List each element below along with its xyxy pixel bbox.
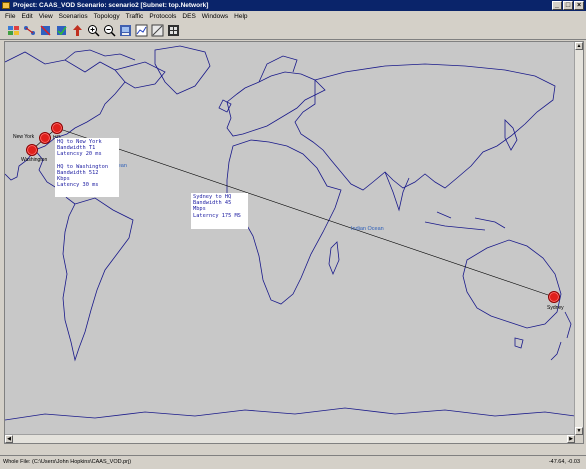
minimize-button[interactable]: _ bbox=[552, 1, 562, 10]
hide-graphs-icon[interactable] bbox=[151, 24, 164, 37]
sydney-link-annotation[interactable]: Sydney to HQ Bandwidth 45 Mbps Laterncy … bbox=[191, 193, 248, 229]
status-coordinates: -47.64, -0.03 bbox=[548, 459, 580, 465]
recovery-icon[interactable] bbox=[55, 24, 68, 37]
menu-bar: File Edit View Scenarios Topology Traffi… bbox=[0, 11, 586, 22]
status-file-path: Whole File: (C:\Users\John Hopkins\CAAS_… bbox=[3, 459, 132, 465]
return-to-parent-icon[interactable] bbox=[71, 24, 84, 37]
japan-coast bbox=[504, 119, 518, 151]
configure-des-icon[interactable] bbox=[119, 24, 132, 37]
node-label-new-york: New York bbox=[13, 134, 35, 140]
vertical-scrollbar[interactable]: ▲ ▼ bbox=[574, 42, 583, 435]
new-zealand-coast bbox=[550, 311, 572, 361]
link-hq-sydney bbox=[56, 127, 555, 298]
greenland-coast bbox=[154, 45, 211, 95]
title-bar[interactable]: Project: CAAS_VOD Scenario: scenario2 [S… bbox=[0, 0, 586, 11]
node-washington[interactable] bbox=[26, 144, 38, 156]
close-button[interactable]: × bbox=[574, 1, 584, 10]
project-workspace[interactable]: cean Indian Ocean New York HQ Washington… bbox=[4, 41, 584, 444]
node-label-sydney: Sydney bbox=[547, 305, 564, 311]
south-america-coast bbox=[62, 197, 134, 362]
scroll-down-icon[interactable]: ▼ bbox=[575, 427, 583, 435]
app-icon bbox=[2, 2, 10, 9]
zoom-out-icon[interactable] bbox=[103, 24, 116, 37]
failure-icon[interactable] bbox=[39, 24, 52, 37]
toolbar bbox=[0, 22, 586, 40]
menu-view[interactable]: View bbox=[36, 11, 56, 22]
menu-protocols[interactable]: Protocols bbox=[146, 11, 179, 22]
antarctica-coast bbox=[5, 407, 575, 421]
europe-coast bbox=[226, 71, 326, 137]
madagascar-coast bbox=[328, 241, 340, 276]
node-new-york[interactable] bbox=[39, 132, 51, 144]
menu-des[interactable]: DES bbox=[179, 11, 198, 22]
asia-coast bbox=[294, 63, 556, 191]
maximize-button[interactable]: □ bbox=[563, 1, 573, 10]
status-bar: Whole File: (C:\Users\John Hopkins\CAAS_… bbox=[0, 455, 586, 469]
node-hq[interactable] bbox=[51, 122, 63, 134]
indonesia-coast bbox=[424, 211, 506, 231]
zoom-in-icon[interactable] bbox=[87, 24, 100, 37]
world-map[interactable] bbox=[5, 42, 575, 435]
menu-windows[interactable]: Windows bbox=[199, 11, 231, 22]
indian-ocean-label: Indian Ocean bbox=[351, 226, 384, 232]
coastlines bbox=[5, 45, 575, 421]
window-title: Project: CAAS_VOD Scenario: scenario2 [S… bbox=[13, 2, 209, 9]
web-report-icon[interactable] bbox=[167, 24, 180, 37]
menu-file[interactable]: File bbox=[2, 11, 18, 22]
scroll-left-icon[interactable]: ◀ bbox=[5, 435, 13, 443]
open-palette-icon[interactable] bbox=[7, 24, 20, 37]
menu-edit[interactable]: Edit bbox=[18, 11, 35, 22]
scroll-right-icon[interactable]: ▶ bbox=[567, 435, 575, 443]
menu-help[interactable]: Help bbox=[231, 11, 250, 22]
australia-coast bbox=[462, 239, 562, 329]
menu-scenarios[interactable]: Scenarios bbox=[56, 11, 91, 22]
view-results-icon[interactable] bbox=[135, 24, 148, 37]
check-links-icon[interactable] bbox=[23, 24, 36, 37]
node-label-washington: Washington bbox=[21, 157, 48, 163]
app-window: Project: CAAS_VOD Scenario: scenario2 [S… bbox=[0, 0, 586, 469]
menu-topology[interactable]: Topology bbox=[91, 11, 123, 22]
window-controls: _ □ × bbox=[552, 1, 584, 10]
hq-links-annotation[interactable]: HQ to New York Bandwidth T1 Latencsy 20 … bbox=[55, 138, 119, 197]
node-sydney[interactable] bbox=[548, 291, 560, 303]
horizontal-scrollbar[interactable]: ◀ ▶ bbox=[5, 434, 575, 443]
scroll-up-icon[interactable]: ▲ bbox=[575, 42, 583, 50]
menu-traffic[interactable]: Traffic bbox=[123, 11, 147, 22]
